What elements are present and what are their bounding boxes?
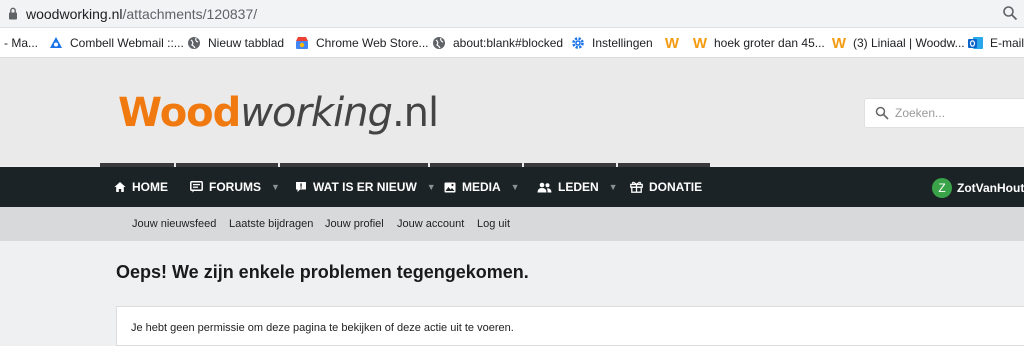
- nav-label: WAT IS ER NIEUW: [313, 180, 417, 194]
- bookmark-item[interactable]: Nieuw tabblad: [186, 28, 285, 57]
- logo-working: working: [240, 90, 393, 136]
- nav-label: HOME: [132, 180, 168, 194]
- bookmark-label: Nieuw tabblad: [208, 36, 285, 50]
- nav-label: DONATIE: [649, 180, 703, 194]
- bookmark-label: - Ma...: [4, 36, 39, 50]
- bookmark-label: (3) Liniaal | Woodw...: [853, 36, 965, 50]
- url-path: /attachments/120837/: [122, 6, 258, 22]
- bookmark-item[interactable]: E-mail: [968, 28, 1024, 57]
- nav-forums[interactable]: FORUMS ▼: [190, 167, 280, 207]
- bookmark-label: hoek groter dan 45...: [714, 36, 825, 50]
- bookmark-label: Combell Webmail ::...: [70, 36, 184, 50]
- bookmark-item[interactable]: W: [664, 28, 686, 57]
- bookmark-item[interactable]: Instellingen: [570, 28, 653, 57]
- lock-icon[interactable]: [8, 7, 18, 20]
- bookmark-label: E-mail: [990, 36, 1024, 50]
- search-box[interactable]: [864, 98, 1024, 128]
- bookmark-label: about:blank#blocked: [453, 36, 564, 50]
- bookmarks-bar: - Ma... Combell Webmail ::... Nieuw tabb…: [0, 28, 1024, 58]
- zoom-icon[interactable]: [1002, 5, 1018, 21]
- chevron-down-icon: ▼: [510, 182, 520, 192]
- error-message: Je hebt geen permissie om deze pagina te…: [131, 322, 514, 334]
- bookmark-item[interactable]: W hoek groter dan 45...: [692, 28, 825, 57]
- nav-label: MEDIA: [462, 180, 501, 194]
- address-bar[interactable]: woodworking.nl/attachments/120837/: [0, 0, 1024, 28]
- whats-new-icon: [296, 182, 306, 192]
- page-title: Oeps! We zijn enkele problemen tegengeko…: [116, 262, 529, 282]
- subnav-account[interactable]: Jouw account: [397, 207, 464, 241]
- outlook-icon: [968, 35, 984, 51]
- nav-label: LEDEN: [558, 180, 599, 194]
- search-input[interactable]: [895, 106, 1015, 120]
- bookmark-item[interactable]: - Ma...: [4, 28, 39, 57]
- username: ZotVanHout: [957, 181, 1024, 195]
- gear-icon: [570, 35, 586, 51]
- home-icon: [114, 182, 126, 192]
- nav-whats-new[interactable]: WAT IS ER NIEUW ▼: [295, 167, 436, 207]
- logo-tld: .nl: [391, 90, 439, 136]
- user-menu[interactable]: Z ZotVanHout: [932, 178, 1024, 198]
- error-message-box: Je hebt geen permissie om deze pagina te…: [116, 306, 1024, 346]
- nav-label: FORUMS: [209, 180, 261, 194]
- globe-icon: [186, 35, 202, 51]
- woodworking-w-icon: W: [664, 34, 680, 52]
- chevron-down-icon: ▼: [608, 182, 618, 192]
- bookmark-label: Instellingen: [592, 36, 653, 50]
- url-host: woodworking.nl: [26, 6, 123, 22]
- subnav-logout[interactable]: Log uit: [477, 207, 510, 241]
- site-logo[interactable]: Woodworking.nl: [118, 90, 439, 136]
- url-text[interactable]: woodworking.nl/attachments/120837/: [26, 6, 257, 22]
- sub-navbar: Jouw nieuwsfeed Laatste bijdragen Jouw p…: [0, 207, 1024, 241]
- bookmark-item[interactable]: W (3) Liniaal | Woodw...: [831, 28, 965, 57]
- main-navbar: HOME FORUMS ▼ WAT IS ER NIEUW ▼ MEDIA ▼ …: [0, 167, 1024, 207]
- image-icon: [444, 182, 456, 192]
- subnav-latest-posts[interactable]: Laatste bijdragen: [229, 207, 313, 241]
- bookmark-item[interactable]: Chrome Web Store...: [294, 28, 429, 57]
- woodworking-w-icon: W: [692, 34, 708, 52]
- woodworking-w-icon: W: [831, 34, 847, 52]
- subnav-news-feed[interactable]: Jouw nieuwsfeed: [132, 207, 216, 241]
- search-icon: [875, 106, 889, 120]
- nav-members[interactable]: LEDEN ▼: [537, 167, 618, 207]
- nav-media[interactable]: MEDIA ▼: [444, 167, 520, 207]
- nav-home[interactable]: HOME: [114, 167, 168, 207]
- bookmark-label: Chrome Web Store...: [316, 36, 429, 50]
- combell-icon: [48, 35, 64, 51]
- chevron-down-icon: ▼: [271, 182, 280, 192]
- forum-icon: [190, 181, 203, 193]
- nav-donation[interactable]: DONATIE: [630, 167, 702, 207]
- gift-icon: [630, 181, 643, 193]
- logo-wood: Wood: [118, 90, 241, 136]
- subnav-profile[interactable]: Jouw profiel: [325, 207, 384, 241]
- avatar: Z: [932, 178, 952, 198]
- members-icon: [537, 182, 552, 192]
- globe-icon: [431, 35, 447, 51]
- bookmark-item[interactable]: Combell Webmail ::...: [48, 28, 184, 57]
- webstore-icon: [294, 35, 310, 51]
- bookmark-item[interactable]: about:blank#blocked: [431, 28, 564, 57]
- chevron-down-icon: ▼: [426, 182, 436, 192]
